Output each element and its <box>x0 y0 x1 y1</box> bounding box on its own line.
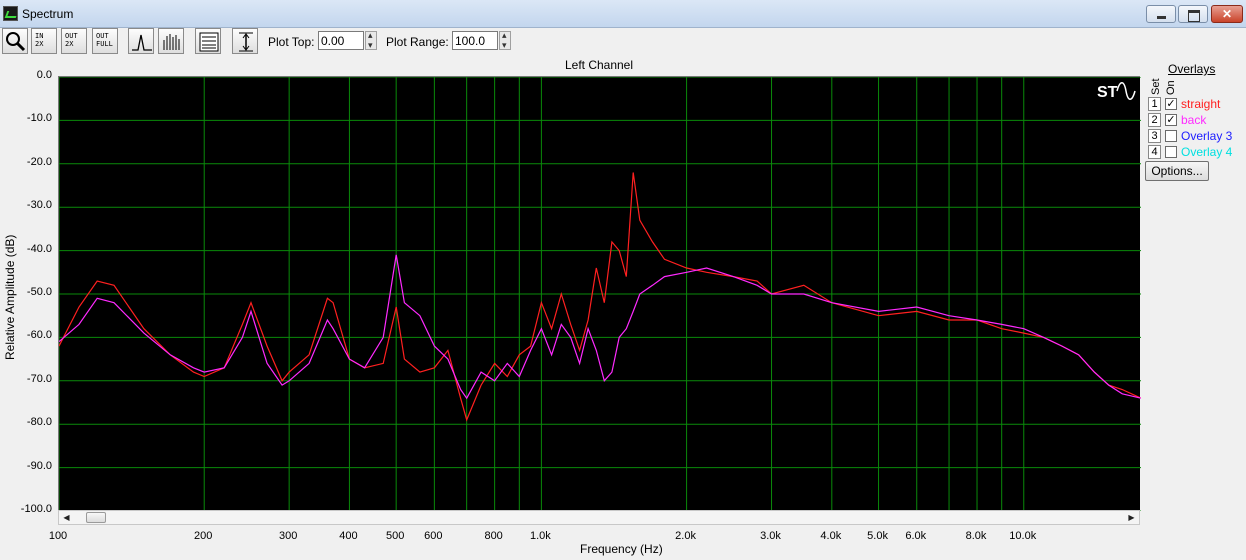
y-tick-label: -10.0 <box>26 112 52 125</box>
x-tick-label: 3.0k <box>760 530 781 542</box>
zoom-out-full-button[interactable]: OUT FULL <box>92 28 118 54</box>
line-view-button[interactable] <box>128 28 154 54</box>
y-tick-label: -50.0 <box>26 286 52 298</box>
x-tick-label: 2.0k <box>675 530 696 542</box>
x-tick-label: 400 <box>339 530 358 542</box>
x-tick-label: 10.0k <box>1009 530 1037 542</box>
x-axis-label: Frequency (Hz) <box>580 542 663 556</box>
plot-top-input[interactable] <box>318 31 364 50</box>
bar-view-button[interactable] <box>158 28 184 54</box>
plot-range-input[interactable] <box>452 31 498 50</box>
y-tick-label: -70.0 <box>26 372 52 385</box>
overlay-on-checkbox[interactable]: ✓ <box>1165 114 1177 126</box>
plot-range-label: Plot Range: <box>386 35 449 49</box>
y-tick-label: 0.0 <box>36 69 52 81</box>
x-tick-label: 4.0k <box>820 530 842 542</box>
x-tick-label: 200 <box>194 530 213 542</box>
overlay-name: back <box>1181 113 1207 127</box>
x-tick-label: 800 <box>484 530 503 542</box>
y-tick-label: -90.0 <box>26 459 52 472</box>
table-icon <box>199 32 219 52</box>
x-tick-label: 600 <box>424 530 443 542</box>
x-tick-label: 1.0k <box>529 530 551 542</box>
overlay-name: Overlay 4 <box>1181 145 1233 159</box>
overlay-name: Overlay 3 <box>1181 129 1233 143</box>
spectrum-chart <box>59 77 1141 511</box>
x-tick-label: 100 <box>48 530 68 542</box>
scroll-right-arrow-icon[interactable]: ▶ <box>1124 511 1139 524</box>
plot-top-label: Plot Top: <box>268 35 315 49</box>
signal-type-icon[interactable]: ST <box>1097 80 1137 102</box>
x-tick-label: 300 <box>278 530 298 542</box>
set-column-label: Set <box>1150 78 1162 95</box>
table-view-button[interactable] <box>195 28 221 54</box>
overlay-name: straight <box>1181 97 1221 111</box>
overlay-set-button[interactable]: 2 <box>1148 113 1161 127</box>
maximize-button[interactable] <box>1178 5 1208 23</box>
zoom-out-full-label: OUT FULL <box>96 32 113 48</box>
x-tick-label: 5.0k <box>867 530 888 542</box>
on-column-label: On <box>1165 80 1177 95</box>
vertical-range-icon <box>239 32 253 52</box>
toolbar: IN 2X OUT 2X OUT FULL Plot Top: 0.00 ▴ ▾… <box>0 28 1246 56</box>
y-tick-label: -80.0 <box>26 416 52 429</box>
zoom-in-2x-label: IN 2X <box>35 32 44 48</box>
minimize-button[interactable] <box>1146 5 1176 23</box>
bar-graph-icon <box>163 34 180 50</box>
spectrum-plot[interactable] <box>58 76 1141 511</box>
magnifier-icon <box>6 32 26 52</box>
zoom-in-2x-button[interactable]: IN 2X <box>31 28 57 54</box>
x-tick-label: 6.0k <box>905 530 927 542</box>
overlay-set-button[interactable]: 3 <box>1148 129 1161 143</box>
series-line-back <box>59 254 1141 400</box>
spectrum-app-icon <box>3 6 18 21</box>
plot-range-spinner[interactable] <box>499 30 511 51</box>
zoom-tool-button[interactable] <box>2 28 28 54</box>
scrollbar-thumb[interactable] <box>86 512 106 523</box>
plot-title: Left Channel <box>564 58 634 72</box>
y-tick-label: -40.0 <box>26 242 52 255</box>
y-tick-label: -100.0 <box>20 503 52 515</box>
peak-line-icon <box>132 34 152 51</box>
overlay-on-checkbox[interactable]: ✓ <box>1165 98 1177 110</box>
options-button[interactable]: Options... <box>1145 161 1209 181</box>
overlay-on-checkbox[interactable] <box>1165 130 1177 142</box>
svg-text:ST: ST <box>1097 84 1118 101</box>
horizontal-scrollbar[interactable]: ◀ ▶ <box>58 510 1140 525</box>
close-button[interactable] <box>1211 5 1243 23</box>
plot-top-spinner[interactable] <box>365 30 377 51</box>
x-tick-label: 8.0k <box>965 530 987 542</box>
overlay-set-button[interactable]: 1 <box>1148 97 1161 111</box>
title-bar: Spectrum <box>0 0 1246 28</box>
x-tick-label: 500 <box>385 530 405 542</box>
zoom-out-2x-button[interactable]: OUT 2X <box>61 28 87 54</box>
scroll-left-arrow-icon[interactable]: ◀ <box>59 511 74 524</box>
auto-scale-button[interactable] <box>232 28 258 54</box>
zoom-out-2x-label: OUT 2X <box>65 32 78 48</box>
y-tick-label: -20.0 <box>26 155 52 168</box>
series-line-straight <box>59 172 1141 422</box>
window-title: Spectrum <box>22 7 74 21</box>
y-tick-label: -30.0 <box>26 199 52 212</box>
sine-wave-icon: ST <box>1097 82 1136 101</box>
overlay-on-checkbox[interactable] <box>1165 146 1177 158</box>
overlays-header: Overlays <box>1168 62 1216 76</box>
y-tick-label: -60.0 <box>26 329 52 342</box>
overlay-set-button[interactable]: 4 <box>1148 145 1161 159</box>
